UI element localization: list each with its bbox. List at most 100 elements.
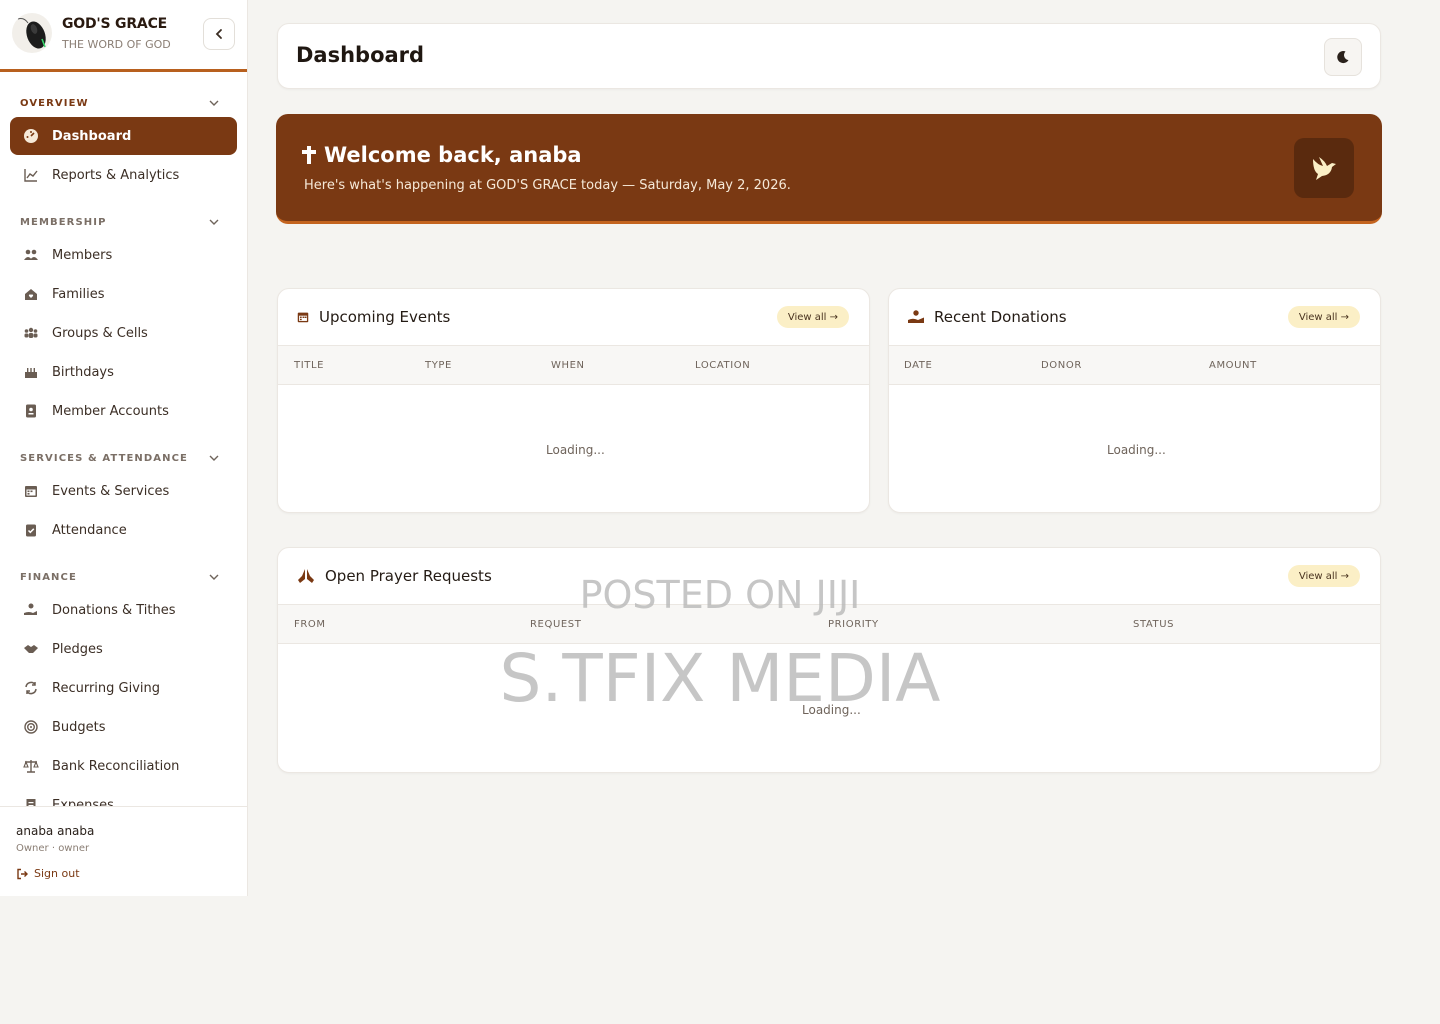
loading-text: Loading... <box>1107 443 1166 457</box>
column-header[interactable]: AMOUNT <box>1209 360 1257 371</box>
sign-out-link[interactable]: Sign out <box>16 867 80 880</box>
chevron-down-icon <box>207 451 221 465</box>
section-title: SERVICES & ATTENDANCE <box>20 452 188 464</box>
sidebar-item-donations-tithes[interactable]: Donations & Tithes <box>10 591 237 629</box>
hand-coin-icon <box>22 601 40 619</box>
column-header[interactable]: REQUEST <box>530 619 581 630</box>
chevron-down-icon <box>207 215 221 229</box>
sidebar-item-label: Member Accounts <box>52 403 169 419</box>
sidebar-item-groups[interactable]: Groups & Cells <box>10 314 237 352</box>
card-header: Recent Donations View all → <box>889 289 1380 345</box>
sidebar-item-label: Birthdays <box>52 364 114 380</box>
sidebar-item-label: Recurring Giving <box>52 680 161 696</box>
column-header[interactable]: PRIORITY <box>828 619 879 630</box>
chevron-down-icon <box>207 96 221 110</box>
column-header[interactable]: TYPE <box>425 360 452 371</box>
table-header: DATE DONOR AMOUNT <box>889 345 1380 385</box>
collapse-sidebar-button[interactable] <box>203 18 235 50</box>
loading-text: Loading... <box>802 703 861 717</box>
cross-icon <box>302 146 316 164</box>
id-badge-icon <box>22 402 40 420</box>
sidebar-item-recurring-giving[interactable]: Recurring Giving <box>10 669 237 707</box>
welcome-banner: Welcome back, anaba Here's what's happen… <box>276 114 1382 224</box>
people-group-icon <box>22 324 40 342</box>
sidebar-item-member-accounts[interactable]: Member Accounts <box>10 392 237 430</box>
column-header[interactable]: FROM <box>294 619 326 630</box>
card-title: Open Prayer Requests <box>296 567 492 585</box>
card-header: Upcoming Events View all → <box>278 289 869 345</box>
sign-out-icon <box>17 868 28 879</box>
prayer-requests-card: Open Prayer Requests View all → FROM REQ… <box>277 547 1381 773</box>
column-header[interactable]: TITLE <box>294 360 324 371</box>
hand-coin-icon <box>908 310 924 323</box>
column-header[interactable]: WHEN <box>551 360 585 371</box>
moon-icon <box>1337 51 1349 64</box>
sidebar-item-pledges[interactable]: Pledges <box>10 630 237 668</box>
sidebar-item-events-services[interactable]: Events & Services <box>10 472 237 510</box>
brand-name: GOD'S GRACE <box>62 16 168 32</box>
chevron-down-icon <box>207 570 221 584</box>
column-header[interactable]: STATUS <box>1133 619 1174 630</box>
card-title: Recent Donations <box>907 308 1067 326</box>
column-header[interactable]: DONOR <box>1041 360 1082 371</box>
sidebar-item-label: Events & Services <box>52 483 170 499</box>
clipboard-check-icon <box>22 521 40 539</box>
section-title: OVERVIEW <box>20 97 89 109</box>
dove-icon <box>1313 157 1336 180</box>
section-services-attendance[interactable]: SERVICES & ATTENDANCE <box>0 445 247 471</box>
column-header[interactable]: DATE <box>904 360 932 371</box>
card-title-text: Open Prayer Requests <box>325 567 492 585</box>
user-panel: anaba anaba Owner · owner Sign out <box>0 806 247 896</box>
target-icon <box>22 718 40 736</box>
sign-out-label: Sign out <box>34 867 80 880</box>
welcome-title: Welcome back, anaba <box>302 143 582 167</box>
view-all-donations-button[interactable]: View all → <box>1287 306 1360 328</box>
users-icon <box>22 246 40 264</box>
sidebar-item-attendance[interactable]: Attendance <box>10 511 237 549</box>
sidebar-item-budgets[interactable]: Budgets <box>10 708 237 746</box>
section-overview[interactable]: OVERVIEW <box>0 90 247 116</box>
sidebar-item-label: Members <box>52 247 113 263</box>
sidebar-item-bank-reconciliation[interactable]: Bank Reconciliation <box>10 747 237 785</box>
chart-line-icon <box>22 166 40 184</box>
column-header[interactable]: LOCATION <box>695 360 750 371</box>
view-all-events-button[interactable]: View all → <box>776 306 849 328</box>
sidebar-item-label: Attendance <box>52 522 127 538</box>
card-title-text: Recent Donations <box>934 308 1067 326</box>
sidebar-item-members[interactable]: Members <box>10 236 237 274</box>
sidebar-nav: OVERVIEW Dashboard Reports & Analytics M… <box>0 90 247 806</box>
sidebar-item-label: Bank Reconciliation <box>52 758 180 774</box>
card-title-text: Upcoming Events <box>319 308 451 326</box>
receipt-icon <box>22 796 40 806</box>
user-role: Owner · owner <box>16 843 90 854</box>
table-header: FROM REQUEST PRIORITY STATUS <box>278 604 1380 644</box>
sidebar-item-reports[interactable]: Reports & Analytics <box>10 156 237 194</box>
sidebar-item-families[interactable]: Families <box>10 275 237 313</box>
card-header: Open Prayer Requests View all → <box>278 548 1380 604</box>
sidebar: GOD'S GRACE THE WORD OF GOD OVERVIEW Das… <box>0 0 248 896</box>
calendar-icon <box>22 482 40 500</box>
sidebar-item-birthdays[interactable]: Birthdays <box>10 353 237 391</box>
sidebar-item-expenses[interactable]: Expenses <box>10 786 237 806</box>
scale-icon <box>22 757 40 775</box>
sidebar-item-label: Groups & Cells <box>52 325 148 341</box>
brand-tagline: THE WORD OF GOD <box>62 38 171 51</box>
calendar-icon <box>297 312 309 323</box>
theme-toggle-button[interactable] <box>1324 38 1362 76</box>
section-finance[interactable]: FINANCE <box>0 564 247 590</box>
praying-hands-icon <box>298 569 314 583</box>
sidebar-item-dashboard[interactable]: Dashboard <box>10 117 237 155</box>
view-all-prayer-requests-button[interactable]: View all → <box>1287 565 1360 587</box>
gauge-icon <box>22 127 40 145</box>
welcome-subtitle: Here's what's happening at GOD'S GRACE t… <box>304 178 791 193</box>
welcome-heading: Welcome back, anaba <box>324 143 582 167</box>
chevron-left-icon <box>215 29 222 39</box>
repeat-icon <box>22 679 40 697</box>
home-heart-icon <box>22 285 40 303</box>
section-membership[interactable]: MEMBERSHIP <box>0 209 247 235</box>
page-header: Dashboard <box>277 23 1381 89</box>
recent-donations-card: Recent Donations View all → DATE DONOR A… <box>888 288 1381 513</box>
sidebar-item-label: Donations & Tithes <box>52 602 176 618</box>
section-title: FINANCE <box>20 571 77 583</box>
user-name: anaba anaba <box>16 824 95 838</box>
